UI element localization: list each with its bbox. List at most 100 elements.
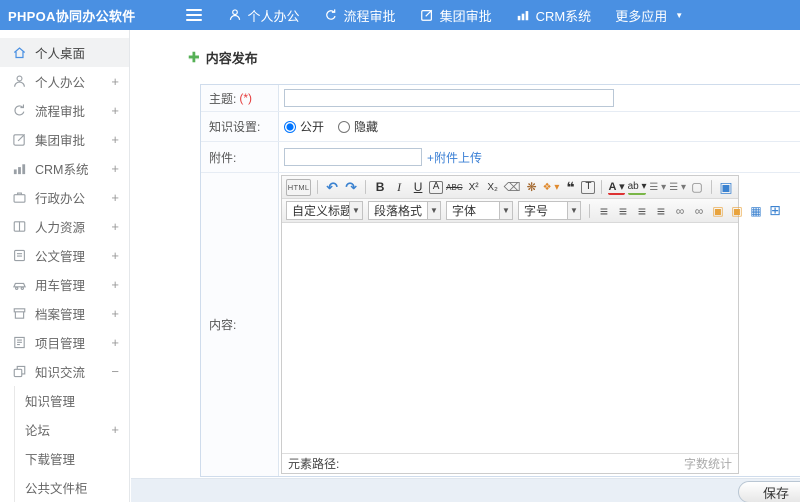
sidebar-item-label: 档案管理 xyxy=(35,308,86,322)
toolbar-separator xyxy=(711,180,713,194)
subject-label: 主题: xyxy=(209,91,237,106)
radio-public-option[interactable]: 公开 xyxy=(284,118,324,135)
blockquote-icon[interactable]: ❝ xyxy=(562,179,578,196)
format-painter-icon[interactable]: ❖ ▾ xyxy=(543,179,560,196)
briefcase-icon xyxy=(11,190,27,206)
table-icon[interactable]: ⊞ xyxy=(767,202,783,219)
sidebar-item-hr[interactable]: 人力资源 + xyxy=(0,212,129,241)
knowledge-setting-label: 知识设置: xyxy=(209,120,261,134)
undo-icon[interactable]: ↶ xyxy=(324,179,340,196)
redo-icon[interactable]: ↷ xyxy=(343,179,359,196)
radio-hidden-option[interactable]: 隐藏 xyxy=(338,118,378,135)
sidebar-item-archive-mgmt[interactable]: 档案管理 + xyxy=(0,299,129,328)
sidebar-item-knowledge-mgmt[interactable]: 知识管理 xyxy=(0,386,129,415)
content-publish-form: 主题: (*) 知识设置: 公开 隐藏 附件: +附件上传 内容: HTML ↶… xyxy=(200,84,800,477)
unordered-list-icon[interactable]: ☰ ▾ xyxy=(669,179,686,196)
sidebar-item-group-approval[interactable]: 集团审批 + xyxy=(0,125,129,154)
save-button[interactable]: 保存 xyxy=(737,481,800,502)
sidebar-item-vehicle-mgmt[interactable]: 用车管理 + xyxy=(0,270,129,299)
select-label: 字体 xyxy=(452,204,477,218)
process-icon xyxy=(11,103,27,119)
nav-crm-system[interactable]: CRM系统 xyxy=(516,6,592,25)
align-center-icon[interactable]: ≡ xyxy=(615,202,631,219)
radio-public[interactable] xyxy=(284,120,296,133)
custom-heading-select[interactable]: 自定义标题 ▼ xyxy=(286,201,363,220)
nav-more-apps[interactable]: 更多应用 ▼ xyxy=(615,6,683,25)
align-right-icon[interactable]: ≡ xyxy=(634,202,650,219)
nav-personal-office[interactable]: 个人办公 xyxy=(228,6,300,25)
sidebar-item-personal-office[interactable]: 个人办公 + xyxy=(0,67,129,96)
paragraph-format-select[interactable]: 段落格式 ▼ xyxy=(368,201,441,220)
app-logo: PHPOA协同办公软件 xyxy=(8,8,136,24)
project-icon xyxy=(11,335,27,351)
ordered-list-icon[interactable]: ☰ ▾ xyxy=(649,179,666,196)
insert-image-icon[interactable]: ▣ xyxy=(729,202,745,219)
superscript-icon[interactable]: X² xyxy=(466,179,482,196)
toolbar-separator xyxy=(589,203,590,218)
caret-down-icon: ▼ xyxy=(499,202,512,219)
eraser-icon[interactable]: ⌫ xyxy=(504,179,521,196)
select-label: 段落格式 xyxy=(374,204,423,218)
caret-down-icon: ▼ xyxy=(427,202,440,219)
sidebar-item-project-mgmt[interactable]: 项目管理 + xyxy=(0,328,129,357)
sidebar-item-label: 知识管理 xyxy=(25,395,76,409)
attachment-label: 附件: xyxy=(209,150,237,165)
image-icon[interactable]: ▣ xyxy=(710,202,726,219)
highlight-color-icon[interactable]: ab ▾ xyxy=(628,180,647,195)
sidebar-item-download-mgmt[interactable]: 下载管理 xyxy=(0,444,129,473)
attachment-upload-link[interactable]: +附件上传 xyxy=(427,149,482,166)
underline-icon[interactable]: U xyxy=(410,179,426,196)
nav-group-approval[interactable]: 集团审批 xyxy=(420,6,492,25)
sidebar-item-knowledge-exchange[interactable]: 知识交流 − xyxy=(0,357,129,386)
visibility-radio-group: 公开 隐藏 xyxy=(284,118,378,135)
sidebar-item-workflow-approval[interactable]: 流程审批 + xyxy=(0,96,129,125)
sidebar-item-public-file-cabinet[interactable]: 公共文件柜 xyxy=(0,473,129,502)
char-border-icon[interactable]: A xyxy=(429,180,444,194)
attachment-value-cell: +附件上传 xyxy=(279,142,800,172)
sidebar-item-personal-desktop[interactable]: 个人桌面 xyxy=(0,38,129,67)
unlink-icon[interactable]: ∞ xyxy=(691,202,707,219)
strikethrough-icon[interactable]: ABC xyxy=(446,179,463,196)
link-icon[interactable]: ∞ xyxy=(672,202,688,219)
editor-content-area[interactable] xyxy=(282,223,738,453)
media-icon[interactable]: ▦ xyxy=(748,202,764,219)
bold-icon[interactable]: B xyxy=(372,179,388,196)
align-left-icon[interactable]: ≡ xyxy=(596,202,612,219)
paste-text-icon[interactable]: T xyxy=(581,180,596,194)
sidebar-item-document-mgmt[interactable]: 公文管理 + xyxy=(0,241,129,270)
font-color-icon[interactable]: A ▾ xyxy=(608,180,625,195)
edit-icon xyxy=(420,8,434,22)
expand-indicator: + xyxy=(111,277,119,292)
font-family-select[interactable]: 字体 ▼ xyxy=(446,201,513,220)
clean-format-icon[interactable]: ❋ xyxy=(524,179,540,196)
font-size-select[interactable]: 字号 ▼ xyxy=(518,201,581,220)
radio-public-label: 公开 xyxy=(300,120,325,134)
sidebar-item-label: 个人桌面 xyxy=(35,47,86,61)
nav-workflow-approval[interactable]: 流程审批 xyxy=(324,6,396,25)
home-icon xyxy=(11,45,27,61)
subscript-icon[interactable]: X₂ xyxy=(485,179,501,196)
edit-icon xyxy=(11,132,27,148)
select-label: 自定义标题 xyxy=(292,204,349,218)
word-count-label: 字数统计 xyxy=(683,457,732,471)
sidebar-item-label: CRM系统 xyxy=(35,163,89,177)
subject-input[interactable] xyxy=(284,89,614,107)
caret-down-icon: ▼ xyxy=(675,10,684,20)
expand-indicator: + xyxy=(111,335,119,350)
editor-toolbar-row1: HTML ↶ ↷ B I U A ABC X² X₂ ⌫ ❋ ❖ ▾ ❝ T A ▾ ab ▾ ☰ ▾ ☰ ▾ ▢ ▣ xyxy=(282,176,738,199)
menu-icon[interactable] xyxy=(185,9,202,21)
sidebar-item-admin-office[interactable]: 行政办公 + xyxy=(0,183,129,212)
sidebar-item-forum[interactable]: 论坛 + xyxy=(0,415,129,444)
attachment-input[interactable] xyxy=(284,148,422,166)
preview-icon[interactable]: ▣ xyxy=(718,179,734,196)
italic-icon[interactable]: I xyxy=(391,179,407,196)
radio-hidden[interactable] xyxy=(338,120,351,133)
content-label-cell: 内容: xyxy=(201,173,279,476)
align-justify-icon[interactable]: ≡ xyxy=(653,202,669,219)
html-source-button[interactable]: HTML xyxy=(286,178,312,196)
sidebar-item-crm[interactable]: CRM系统 + xyxy=(0,154,129,183)
caret-down-icon: ▼ xyxy=(567,202,580,219)
new-document-icon[interactable]: ▢ xyxy=(689,179,705,196)
nav-label: CRM系统 xyxy=(535,8,592,24)
page-title-bar: ✚ 内容发布 xyxy=(188,48,258,67)
